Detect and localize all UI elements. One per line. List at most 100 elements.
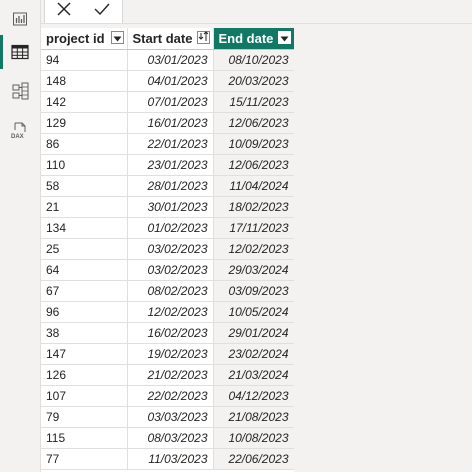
cell-project-id[interactable]: 115 <box>41 427 128 449</box>
table-row: 67 08/02/2023 03/09/2023 <box>41 280 294 302</box>
cell-project-id[interactable]: 142 <box>41 91 128 113</box>
column-filter-button[interactable] <box>277 31 291 44</box>
cell-start-date[interactable]: 03/03/2023 <box>127 406 214 428</box>
data-grid: project id Start date End date 94 03/01/… <box>41 28 294 472</box>
cell-end-date[interactable]: 10/09/2023 <box>213 133 294 155</box>
column-filter-button[interactable] <box>110 30 124 45</box>
data-table: project id Start date End date 94 03/01/… <box>41 28 294 470</box>
cell-start-date[interactable]: 11/03/2023 <box>127 448 214 470</box>
cell-end-date[interactable]: 12/06/2023 <box>213 154 294 176</box>
cell-start-date[interactable]: 03/02/2023 <box>127 259 214 281</box>
table-body: 94 03/01/2023 08/10/2023 148 04/01/2023 20/03… <box>41 49 294 470</box>
table-row: 126 21/02/2023 21/03/2024 <box>41 364 294 386</box>
cell-start-date[interactable]: 30/01/2023 <box>127 196 214 218</box>
cell-end-date[interactable]: 12/06/2023 <box>213 112 294 134</box>
cell-end-date[interactable]: 23/02/2024 <box>213 343 294 365</box>
model-icon <box>11 82 29 100</box>
cell-start-date[interactable]: 04/01/2023 <box>127 70 214 92</box>
cell-end-date[interactable]: 15/11/2023 <box>213 91 294 113</box>
cell-project-id[interactable]: 134 <box>41 217 128 239</box>
column-header-project-id[interactable]: project id <box>41 28 128 50</box>
cell-project-id[interactable]: 38 <box>41 322 128 344</box>
toolbar-divider <box>40 23 472 24</box>
column-header-end-date[interactable]: End date <box>213 28 294 50</box>
cell-end-date[interactable]: 29/01/2024 <box>213 322 294 344</box>
cell-project-id[interactable]: 86 <box>41 133 128 155</box>
cell-project-id[interactable]: 148 <box>41 70 128 92</box>
table-row: 96 12/02/2023 10/05/2024 <box>41 301 294 323</box>
sort-ascending-icon <box>198 30 209 45</box>
table-row: 147 19/02/2023 23/02/2024 <box>41 343 294 365</box>
table-row: 94 03/01/2023 08/10/2023 <box>41 49 294 71</box>
table-row: 86 22/01/2023 10/09/2023 <box>41 133 294 155</box>
column-header-label: End date <box>218 31 274 46</box>
column-header-label: project id <box>46 31 105 46</box>
cell-project-id[interactable]: 58 <box>41 175 128 197</box>
cell-start-date[interactable]: 16/02/2023 <box>127 322 214 344</box>
table-row: 38 16/02/2023 29/01/2024 <box>41 322 294 344</box>
cell-end-date[interactable]: 21/03/2024 <box>213 364 294 386</box>
cell-end-date[interactable]: 10/05/2024 <box>213 301 294 323</box>
cell-end-date[interactable]: 17/11/2023 <box>213 217 294 239</box>
cell-end-date[interactable]: 21/08/2023 <box>213 406 294 428</box>
cell-project-id[interactable]: 107 <box>41 385 128 407</box>
cell-start-date[interactable]: 23/01/2023 <box>127 154 214 176</box>
table-grid-icon <box>11 44 29 60</box>
cell-project-id[interactable]: 110 <box>41 154 128 176</box>
check-icon[interactable] <box>93 1 111 22</box>
cell-project-id[interactable]: 96 <box>41 301 128 323</box>
cell-start-date[interactable]: 08/02/2023 <box>127 280 214 302</box>
cell-end-date[interactable]: 11/04/2024 <box>213 175 294 197</box>
cell-project-id[interactable]: 94 <box>41 49 128 71</box>
cell-end-date[interactable]: 22/06/2023 <box>213 448 294 470</box>
cell-end-date[interactable]: 10/08/2023 <box>213 427 294 449</box>
cell-project-id[interactable]: 147 <box>41 343 128 365</box>
cell-project-id[interactable]: 64 <box>41 259 128 281</box>
cell-project-id[interactable]: 25 <box>41 238 128 260</box>
table-row: 79 03/03/2023 21/08/2023 <box>41 406 294 428</box>
table-row: 142 07/01/2023 15/11/2023 <box>41 91 294 113</box>
view-switcher-sidebar: DAX <box>0 0 41 472</box>
cell-start-date[interactable]: 03/01/2023 <box>127 49 214 71</box>
cell-start-date[interactable]: 19/02/2023 <box>127 343 214 365</box>
table-row: 115 08/03/2023 10/08/2023 <box>41 427 294 449</box>
cell-end-date[interactable]: 18/02/2023 <box>213 196 294 218</box>
cell-start-date[interactable]: 16/01/2023 <box>127 112 214 134</box>
table-row: 107 22/02/2023 04/12/2023 <box>41 385 294 407</box>
table-row: 64 03/02/2023 29/03/2024 <box>41 259 294 281</box>
cell-start-date[interactable]: 22/02/2023 <box>127 385 214 407</box>
cell-project-id[interactable]: 77 <box>41 448 128 470</box>
table-row: 134 01/02/2023 17/11/2023 <box>41 217 294 239</box>
cell-start-date[interactable]: 07/01/2023 <box>127 91 214 113</box>
table-view-button[interactable] <box>0 33 40 71</box>
dax-icon: DAX <box>10 121 30 141</box>
dax-query-view-button[interactable]: DAX <box>0 112 40 150</box>
cell-end-date[interactable]: 12/02/2023 <box>213 238 294 260</box>
cell-start-date[interactable]: 21/02/2023 <box>127 364 214 386</box>
table-row: 58 28/01/2023 11/04/2024 <box>41 175 294 197</box>
cell-start-date[interactable]: 28/01/2023 <box>127 175 214 197</box>
cell-start-date[interactable]: 12/02/2023 <box>127 301 214 323</box>
cell-project-id[interactable]: 21 <box>41 196 128 218</box>
cell-project-id[interactable]: 129 <box>41 112 128 134</box>
cell-start-date[interactable]: 08/03/2023 <box>127 427 214 449</box>
cell-end-date[interactable]: 29/03/2024 <box>213 259 294 281</box>
cell-end-date[interactable]: 03/09/2023 <box>213 280 294 302</box>
column-header-start-date[interactable]: Start date <box>127 28 214 50</box>
cell-project-id[interactable]: 126 <box>41 364 128 386</box>
column-sort-button[interactable] <box>196 30 210 45</box>
cell-end-date[interactable]: 04/12/2023 <box>213 385 294 407</box>
cell-start-date[interactable]: 03/02/2023 <box>127 238 214 260</box>
table-row: 21 30/01/2023 18/02/2023 <box>41 196 294 218</box>
cell-start-date[interactable]: 01/02/2023 <box>127 217 214 239</box>
bar-chart-icon <box>12 11 28 27</box>
cell-project-id[interactable]: 67 <box>41 280 128 302</box>
cell-project-id[interactable]: 79 <box>41 406 128 428</box>
model-view-button[interactable] <box>0 72 40 110</box>
table-row: 77 11/03/2023 22/06/2023 <box>41 448 294 470</box>
cell-end-date[interactable]: 20/03/2023 <box>213 70 294 92</box>
chevron-down-icon <box>113 30 122 45</box>
close-icon[interactable] <box>56 1 72 22</box>
cell-start-date[interactable]: 22/01/2023 <box>127 133 214 155</box>
cell-end-date[interactable]: 08/10/2023 <box>213 49 294 71</box>
